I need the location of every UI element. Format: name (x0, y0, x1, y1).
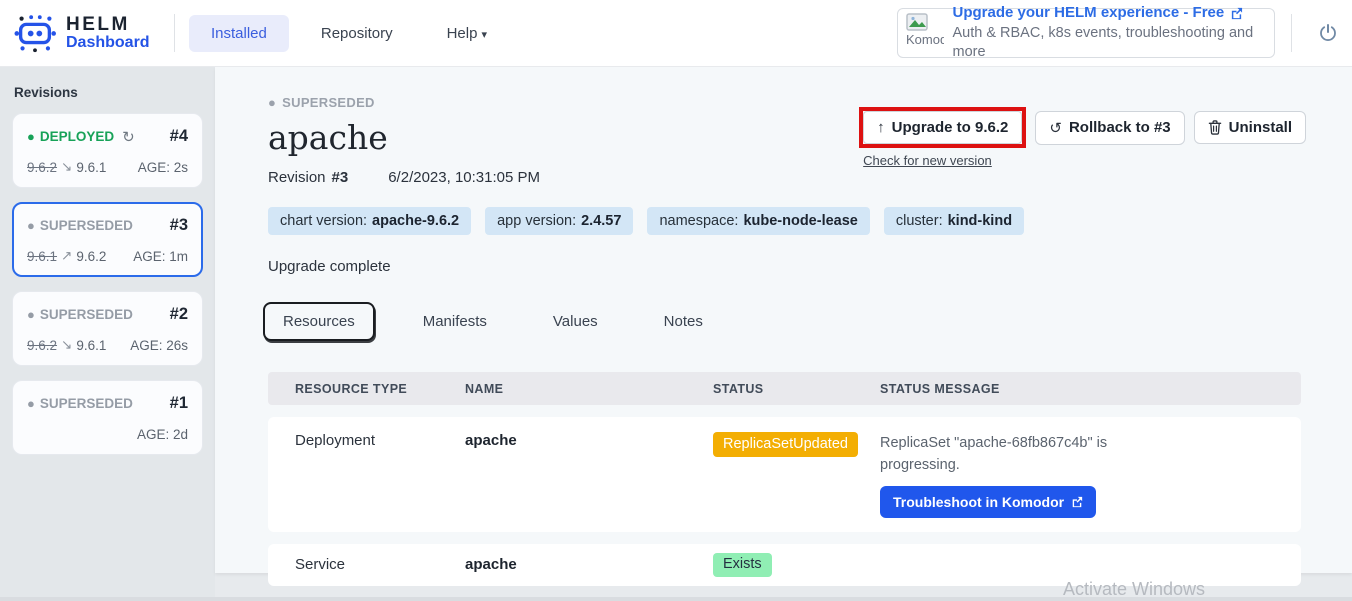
version-arrow-icon: ↘ (61, 337, 72, 353)
resource-type-cell: Service (295, 556, 465, 573)
main-nav: Installed Repository Help▾ (189, 15, 509, 52)
banner-subtitle: Auth & RBAC, k8s events, troubleshooting… (952, 24, 1262, 63)
release-status-label: SUPERSEDED (282, 95, 375, 110)
chip-chart-version: chart version:apache-9.6.2 (268, 207, 471, 235)
chip-namespace: namespace:kube-node-lease (647, 207, 869, 235)
revision-status-label: DEPLOYED (40, 129, 114, 144)
external-link-icon (1071, 496, 1083, 508)
header-divider-2 (1291, 14, 1292, 52)
revisions-title: Revisions (14, 85, 203, 100)
revision-label: Revision (268, 169, 326, 186)
resource-name-cell: apache (465, 556, 713, 573)
release-actions: ↑ Upgrade to 9.6.2 Check for new version… (859, 107, 1306, 148)
helm-logo-icon (12, 10, 58, 56)
uninstall-button[interactable]: Uninstall (1194, 111, 1306, 144)
banner-title: Upgrade your HELM experience - Free (952, 3, 1224, 23)
rollback-icon: ↺ (1049, 119, 1062, 137)
revision-age: AGE: 26s (130, 338, 188, 353)
version-to: 9.6.1 (76, 338, 106, 353)
nav-tab-installed[interactable]: Installed (189, 15, 289, 52)
resource-name-cell: apache (465, 432, 713, 449)
power-icon (1318, 23, 1338, 43)
revision-card-1[interactable]: ● SUPERSEDED #1 AGE: 2d (12, 380, 203, 455)
nav-tab-repository[interactable]: Repository (299, 15, 415, 52)
chip-app-version: app version:2.4.57 (485, 207, 633, 235)
revision-age: AGE: 1m (133, 249, 188, 264)
tab-manifests[interactable]: Manifests (405, 304, 505, 339)
status-dot: ● (27, 396, 35, 411)
revision-age: AGE: 2d (137, 427, 188, 442)
status-message-line1: ReplicaSet "apache-68fb867c4b" is (880, 432, 1301, 454)
tab-values[interactable]: Values (535, 304, 616, 339)
bottom-edge-strip (0, 597, 1352, 601)
header-divider (174, 14, 175, 52)
trash-icon (1208, 120, 1222, 135)
status-message-line2: progressing. (880, 454, 1301, 476)
version-from: 9.6.2 (27, 338, 57, 353)
power-button[interactable] (1318, 23, 1338, 43)
table-row: Deployment apache ReplicaSetUpdated Repl… (268, 417, 1301, 532)
nav-tab-help[interactable]: Help▾ (425, 15, 509, 52)
release-detail-panel: ● SUPERSEDED apache Revision #3 6/2/2023… (215, 67, 1352, 573)
rollback-button[interactable]: ↺ Rollback to #3 (1035, 111, 1184, 145)
revision-card-4[interactable]: ● DEPLOYED ↻ #4 9.6.2 ↘ 9.6.1 AGE: 2s (12, 113, 203, 188)
chevron-down-icon: ▾ (481, 29, 487, 41)
revision-number: #4 (170, 127, 188, 146)
detail-tabs: Resources Manifests Values Notes (263, 302, 1352, 341)
resource-type-cell: Deployment (295, 432, 465, 449)
release-meta-chips: chart version:apache-9.6.2 app version:2… (268, 207, 1352, 235)
revision-number: #3 (170, 216, 188, 235)
status-dot: ● (27, 218, 35, 233)
version-from: 9.6.1 (27, 249, 57, 264)
revision-card-3-selected[interactable]: ● SUPERSEDED #3 9.6.1 ↗ 9.6.2 AGE: 1m (12, 202, 203, 277)
revision-status-label: SUPERSEDED (40, 307, 133, 322)
komodor-broken-image: Komodor (906, 13, 944, 53)
chip-cluster: cluster:kind-kind (884, 207, 1024, 235)
logo-text-dashboard: Dashboard (66, 35, 150, 52)
revision-status-label: SUPERSEDED (40, 218, 133, 233)
status-badge: ReplicaSetUpdated (713, 432, 858, 457)
revision-number: #3 (332, 169, 349, 186)
tab-resources[interactable]: Resources (263, 302, 375, 341)
version-from: 9.6.2 (27, 160, 57, 175)
version-to: 9.6.2 (76, 249, 106, 264)
annotation-highlight-box: ↑ Upgrade to 9.6.2 (859, 107, 1026, 148)
komodor-upgrade-banner[interactable]: Komodor Upgrade your HELM experience - F… (897, 8, 1275, 58)
upgrade-button[interactable]: ↑ Upgrade to 9.6.2 (863, 111, 1022, 144)
release-status-text: Upgrade complete (268, 258, 1352, 275)
version-arrow-icon: ↗ (61, 248, 72, 264)
status-dot: ● (27, 129, 35, 144)
helm-dashboard-logo[interactable]: HELM Dashboard (0, 10, 160, 56)
resources-table: RESOURCE TYPE NAME STATUS STATUS MESSAGE… (268, 372, 1301, 586)
status-badge: Exists (713, 553, 772, 576)
revision-number: #2 (170, 305, 188, 324)
revisions-sidebar: Revisions ● DEPLOYED ↻ #4 9.6.2 ↘ 9.6.1 … (0, 67, 215, 601)
col-resource-type: RESOURCE TYPE (295, 382, 465, 396)
arrow-up-icon: ↑ (877, 119, 885, 136)
col-status-message: STATUS MESSAGE (880, 382, 1301, 396)
top-header: HELM Dashboard Installed Repository Help… (0, 0, 1352, 67)
status-dot: ● (268, 95, 276, 110)
tab-notes[interactable]: Notes (646, 304, 721, 339)
external-link-icon (1230, 7, 1243, 20)
version-arrow-icon: ↘ (61, 159, 72, 175)
col-name: NAME (465, 382, 713, 396)
table-header: RESOURCE TYPE NAME STATUS STATUS MESSAGE (268, 372, 1301, 405)
check-new-version-link[interactable]: Check for new version (863, 153, 992, 168)
troubleshoot-komodor-button[interactable]: Troubleshoot in Komodor (880, 486, 1096, 518)
col-status: STATUS (713, 382, 880, 396)
revision-number: #1 (170, 394, 188, 413)
status-dot: ● (27, 307, 35, 322)
revision-card-2[interactable]: ● SUPERSEDED #2 9.6.2 ↘ 9.6.1 AGE: 26s (12, 291, 203, 366)
broken-image-icon (906, 13, 928, 33)
version-to: 9.6.1 (76, 160, 106, 175)
broken-image-alt-text: Komodor (906, 33, 944, 47)
revision-datetime: 6/2/2023, 10:31:05 PM (388, 169, 540, 186)
logo-text-helm: HELM (66, 15, 150, 35)
revision-status-label: SUPERSEDED (40, 396, 133, 411)
reload-icon: ↻ (122, 128, 135, 146)
revision-age: AGE: 2s (138, 160, 188, 175)
